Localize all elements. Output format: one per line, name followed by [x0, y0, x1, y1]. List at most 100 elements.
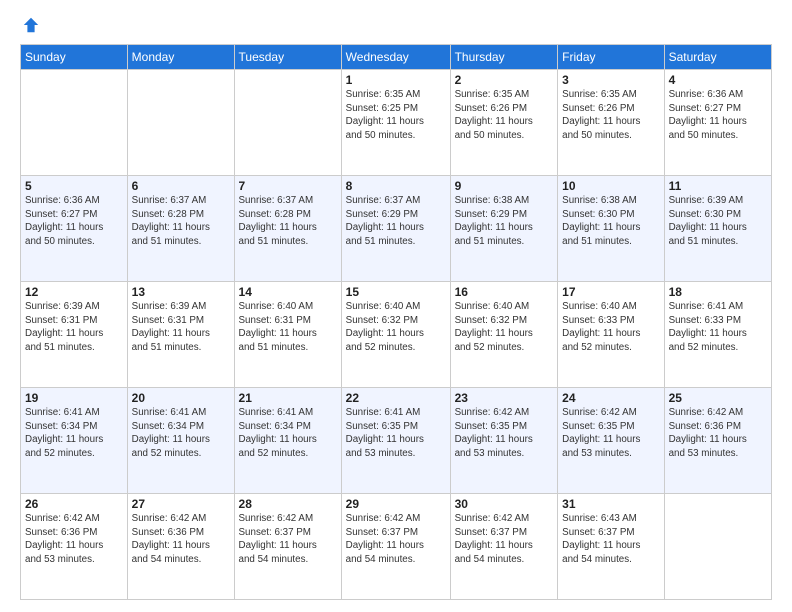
- empty-cell: [21, 70, 128, 176]
- day-info: Sunrise: 6:41 AM Sunset: 6:33 PM Dayligh…: [669, 300, 767, 355]
- day-info: Sunrise: 6:42 AM Sunset: 6:36 PM Dayligh…: [132, 512, 230, 567]
- day-cell-7: 7Sunrise: 6:37 AM Sunset: 6:28 PM Daylig…: [234, 176, 341, 282]
- day-number: 11: [669, 179, 767, 193]
- day-number: 31: [562, 497, 659, 511]
- day-cell-14: 14Sunrise: 6:40 AM Sunset: 6:31 PM Dayli…: [234, 282, 341, 388]
- day-number: 29: [346, 497, 446, 511]
- day-cell-29: 29Sunrise: 6:42 AM Sunset: 6:37 PM Dayli…: [341, 494, 450, 600]
- day-info: Sunrise: 6:39 AM Sunset: 6:30 PM Dayligh…: [669, 194, 767, 249]
- logo: [20, 16, 40, 34]
- day-info: Sunrise: 6:38 AM Sunset: 6:30 PM Dayligh…: [562, 194, 659, 249]
- weekday-header-monday: Monday: [127, 45, 234, 70]
- day-number: 18: [669, 285, 767, 299]
- day-cell-11: 11Sunrise: 6:39 AM Sunset: 6:30 PM Dayli…: [664, 176, 771, 282]
- day-info: Sunrise: 6:36 AM Sunset: 6:27 PM Dayligh…: [669, 88, 767, 143]
- day-number: 14: [239, 285, 337, 299]
- day-number: 15: [346, 285, 446, 299]
- week-row-2: 5Sunrise: 6:36 AM Sunset: 6:27 PM Daylig…: [21, 176, 772, 282]
- header: [20, 16, 772, 34]
- empty-cell: [234, 70, 341, 176]
- day-info: Sunrise: 6:41 AM Sunset: 6:34 PM Dayligh…: [132, 406, 230, 461]
- day-number: 30: [455, 497, 554, 511]
- day-cell-26: 26Sunrise: 6:42 AM Sunset: 6:36 PM Dayli…: [21, 494, 128, 600]
- day-cell-31: 31Sunrise: 6:43 AM Sunset: 6:37 PM Dayli…: [558, 494, 664, 600]
- day-number: 16: [455, 285, 554, 299]
- week-row-4: 19Sunrise: 6:41 AM Sunset: 6:34 PM Dayli…: [21, 388, 772, 494]
- weekday-header-thursday: Thursday: [450, 45, 558, 70]
- day-number: 21: [239, 391, 337, 405]
- day-cell-24: 24Sunrise: 6:42 AM Sunset: 6:35 PM Dayli…: [558, 388, 664, 494]
- day-info: Sunrise: 6:43 AM Sunset: 6:37 PM Dayligh…: [562, 512, 659, 567]
- day-cell-2: 2Sunrise: 6:35 AM Sunset: 6:26 PM Daylig…: [450, 70, 558, 176]
- day-info: Sunrise: 6:35 AM Sunset: 6:26 PM Dayligh…: [562, 88, 659, 143]
- day-number: 13: [132, 285, 230, 299]
- page: SundayMondayTuesdayWednesdayThursdayFrid…: [0, 0, 792, 612]
- day-number: 6: [132, 179, 230, 193]
- logo-icon: [22, 16, 40, 34]
- day-cell-15: 15Sunrise: 6:40 AM Sunset: 6:32 PM Dayli…: [341, 282, 450, 388]
- day-number: 23: [455, 391, 554, 405]
- day-cell-22: 22Sunrise: 6:41 AM Sunset: 6:35 PM Dayli…: [341, 388, 450, 494]
- day-number: 7: [239, 179, 337, 193]
- day-cell-25: 25Sunrise: 6:42 AM Sunset: 6:36 PM Dayli…: [664, 388, 771, 494]
- day-cell-30: 30Sunrise: 6:42 AM Sunset: 6:37 PM Dayli…: [450, 494, 558, 600]
- day-number: 9: [455, 179, 554, 193]
- day-info: Sunrise: 6:42 AM Sunset: 6:35 PM Dayligh…: [455, 406, 554, 461]
- day-number: 17: [562, 285, 659, 299]
- day-cell-12: 12Sunrise: 6:39 AM Sunset: 6:31 PM Dayli…: [21, 282, 128, 388]
- day-info: Sunrise: 6:41 AM Sunset: 6:34 PM Dayligh…: [25, 406, 123, 461]
- week-row-5: 26Sunrise: 6:42 AM Sunset: 6:36 PM Dayli…: [21, 494, 772, 600]
- day-info: Sunrise: 6:41 AM Sunset: 6:34 PM Dayligh…: [239, 406, 337, 461]
- day-cell-19: 19Sunrise: 6:41 AM Sunset: 6:34 PM Dayli…: [21, 388, 128, 494]
- day-info: Sunrise: 6:37 AM Sunset: 6:28 PM Dayligh…: [239, 194, 337, 249]
- day-number: 20: [132, 391, 230, 405]
- day-number: 2: [455, 73, 554, 87]
- weekday-header-wednesday: Wednesday: [341, 45, 450, 70]
- weekday-header-sunday: Sunday: [21, 45, 128, 70]
- day-info: Sunrise: 6:41 AM Sunset: 6:35 PM Dayligh…: [346, 406, 446, 461]
- day-cell-21: 21Sunrise: 6:41 AM Sunset: 6:34 PM Dayli…: [234, 388, 341, 494]
- day-cell-3: 3Sunrise: 6:35 AM Sunset: 6:26 PM Daylig…: [558, 70, 664, 176]
- day-info: Sunrise: 6:40 AM Sunset: 6:32 PM Dayligh…: [455, 300, 554, 355]
- day-info: Sunrise: 6:37 AM Sunset: 6:28 PM Dayligh…: [132, 194, 230, 249]
- week-row-1: 1Sunrise: 6:35 AM Sunset: 6:25 PM Daylig…: [21, 70, 772, 176]
- day-number: 1: [346, 73, 446, 87]
- day-info: Sunrise: 6:35 AM Sunset: 6:25 PM Dayligh…: [346, 88, 446, 143]
- day-number: 24: [562, 391, 659, 405]
- day-cell-1: 1Sunrise: 6:35 AM Sunset: 6:25 PM Daylig…: [341, 70, 450, 176]
- day-info: Sunrise: 6:42 AM Sunset: 6:36 PM Dayligh…: [25, 512, 123, 567]
- day-info: Sunrise: 6:40 AM Sunset: 6:33 PM Dayligh…: [562, 300, 659, 355]
- day-info: Sunrise: 6:42 AM Sunset: 6:37 PM Dayligh…: [455, 512, 554, 567]
- day-number: 25: [669, 391, 767, 405]
- day-info: Sunrise: 6:36 AM Sunset: 6:27 PM Dayligh…: [25, 194, 123, 249]
- day-number: 5: [25, 179, 123, 193]
- day-info: Sunrise: 6:42 AM Sunset: 6:37 PM Dayligh…: [239, 512, 337, 567]
- empty-cell: [127, 70, 234, 176]
- day-info: Sunrise: 6:37 AM Sunset: 6:29 PM Dayligh…: [346, 194, 446, 249]
- day-cell-5: 5Sunrise: 6:36 AM Sunset: 6:27 PM Daylig…: [21, 176, 128, 282]
- day-info: Sunrise: 6:40 AM Sunset: 6:31 PM Dayligh…: [239, 300, 337, 355]
- day-number: 3: [562, 73, 659, 87]
- day-cell-16: 16Sunrise: 6:40 AM Sunset: 6:32 PM Dayli…: [450, 282, 558, 388]
- weekday-header-friday: Friday: [558, 45, 664, 70]
- weekday-header-saturday: Saturday: [664, 45, 771, 70]
- week-row-3: 12Sunrise: 6:39 AM Sunset: 6:31 PM Dayli…: [21, 282, 772, 388]
- day-number: 8: [346, 179, 446, 193]
- day-cell-6: 6Sunrise: 6:37 AM Sunset: 6:28 PM Daylig…: [127, 176, 234, 282]
- day-cell-27: 27Sunrise: 6:42 AM Sunset: 6:36 PM Dayli…: [127, 494, 234, 600]
- day-number: 12: [25, 285, 123, 299]
- day-info: Sunrise: 6:38 AM Sunset: 6:29 PM Dayligh…: [455, 194, 554, 249]
- day-number: 22: [346, 391, 446, 405]
- day-number: 19: [25, 391, 123, 405]
- day-cell-20: 20Sunrise: 6:41 AM Sunset: 6:34 PM Dayli…: [127, 388, 234, 494]
- day-cell-9: 9Sunrise: 6:38 AM Sunset: 6:29 PM Daylig…: [450, 176, 558, 282]
- day-info: Sunrise: 6:40 AM Sunset: 6:32 PM Dayligh…: [346, 300, 446, 355]
- day-number: 10: [562, 179, 659, 193]
- day-cell-8: 8Sunrise: 6:37 AM Sunset: 6:29 PM Daylig…: [341, 176, 450, 282]
- day-number: 26: [25, 497, 123, 511]
- day-number: 4: [669, 73, 767, 87]
- day-info: Sunrise: 6:35 AM Sunset: 6:26 PM Dayligh…: [455, 88, 554, 143]
- day-cell-17: 17Sunrise: 6:40 AM Sunset: 6:33 PM Dayli…: [558, 282, 664, 388]
- day-info: Sunrise: 6:42 AM Sunset: 6:36 PM Dayligh…: [669, 406, 767, 461]
- weekday-header-tuesday: Tuesday: [234, 45, 341, 70]
